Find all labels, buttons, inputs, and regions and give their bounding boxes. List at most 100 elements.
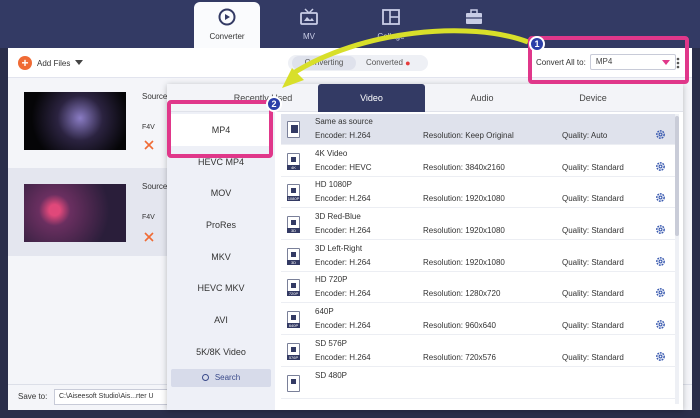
settings-icon[interactable]: [655, 256, 666, 267]
preset-resolution: Resolution: 960x640: [423, 321, 496, 330]
tab-audio[interactable]: Audio: [429, 84, 535, 112]
tab-label: Converter: [209, 32, 245, 41]
preset-row[interactable]: 640P 640P Encoder: H.264 Resolution: 960…: [281, 304, 677, 335]
convert-all-highlight: [528, 36, 689, 84]
preset-quality: Quality: Standard: [562, 163, 624, 172]
notification-dot: ●: [405, 58, 411, 68]
preset-row[interactable]: Same as source Encoder: H.264 Resolution…: [281, 114, 677, 145]
glyph: [291, 125, 298, 133]
preset-resolution: Resolution: Keep Original: [423, 131, 514, 140]
format-mov[interactable]: MOV: [171, 177, 271, 209]
glyph: [291, 252, 296, 257]
preset-resolution: Resolution: 3840x2160: [423, 163, 505, 172]
source-label: Source: [142, 92, 168, 101]
source-label: Source: [142, 182, 168, 191]
file-row[interactable]: Source F4V: [8, 168, 168, 256]
tv-icon: [300, 8, 318, 25]
preset-encoder: Encoder: H.264: [315, 289, 371, 298]
tab-converted-label: Converted: [366, 58, 403, 67]
tab-toolbox[interactable]: [441, 2, 507, 48]
preset-row[interactable]: 3D 3D Left-Right Encoder: H.264 Resoluti…: [281, 241, 677, 272]
tab-label: MV: [303, 32, 315, 41]
save-path-field[interactable]: C:\Aiseesoft Studio\Ais...rter U: [54, 389, 174, 405]
glyph: [291, 157, 296, 162]
video-format-icon: 4K: [287, 153, 300, 170]
preset-name: HD 1080P: [315, 180, 352, 189]
video-format-icon: 3D: [287, 248, 300, 265]
format-hevc-mkv[interactable]: HEVC MKV: [171, 272, 271, 304]
format-tag: 640P: [287, 323, 300, 328]
preset-name: Same as source: [315, 117, 373, 126]
video-format-icon: 640P: [287, 311, 300, 328]
tab-mv[interactable]: MV: [276, 2, 342, 48]
format-tag: 1080P: [287, 196, 300, 201]
settings-icon[interactable]: [655, 224, 666, 235]
cut-icon[interactable]: [144, 140, 154, 150]
tab-video[interactable]: Video: [318, 84, 425, 112]
preset-row[interactable]: 4K 4K Video Encoder: HEVC Resolution: 38…: [281, 146, 677, 177]
video-format-icon: 3D: [287, 216, 300, 233]
status-switch: Converting Converted ●: [288, 55, 428, 71]
preset-encoder: Encoder: HEVC: [315, 163, 372, 172]
preset-name: HD 720P: [315, 275, 348, 284]
glyph: [291, 220, 296, 225]
glyph: [291, 379, 296, 384]
tab-device[interactable]: Device: [540, 84, 646, 112]
format-prores[interactable]: ProRes: [171, 209, 271, 241]
preset-quality: Quality: Standard: [562, 353, 624, 362]
settings-icon[interactable]: [655, 161, 666, 172]
preset-encoder: Encoder: H.264: [315, 353, 371, 362]
preset-row[interactable]: 3D 3D Red-Blue Encoder: H.264 Resolution…: [281, 209, 677, 240]
settings-icon[interactable]: [655, 129, 666, 140]
preset-encoder: Encoder: H.264: [315, 226, 371, 235]
preset-name: 4K Video: [315, 149, 348, 158]
preset-quality: Quality: Auto: [562, 131, 608, 140]
file-format: F4V: [142, 214, 155, 221]
cut-icon[interactable]: [144, 232, 154, 242]
tab-converted[interactable]: Converted ●: [366, 56, 411, 70]
preset-resolution: Resolution: 1920x1080: [423, 194, 505, 203]
format-tag: 576P: [287, 355, 300, 360]
add-files-label: Add Files: [37, 58, 71, 68]
tab-converter[interactable]: Converter: [194, 2, 260, 48]
settings-icon[interactable]: [655, 351, 666, 362]
chevron-down-icon[interactable]: [75, 60, 84, 66]
scrollbar-thumb[interactable]: [675, 116, 679, 236]
preset-quality: Quality: Standard: [562, 321, 624, 330]
settings-icon[interactable]: [655, 319, 666, 330]
preset-row[interactable]: 576P SD 576P Encoder: H.264 Resolution: …: [281, 336, 677, 367]
plus-icon: +: [18, 56, 32, 70]
video-format-icon: 720P: [287, 279, 300, 296]
format-tag: 720P: [287, 291, 300, 296]
step-badge-1: 1: [529, 36, 545, 52]
video-thumbnail[interactable]: [24, 184, 126, 242]
preset-quality: Quality: Standard: [562, 194, 624, 203]
tab-converting[interactable]: Converting: [292, 56, 356, 70]
format-avi[interactable]: AVI: [171, 304, 271, 336]
preset-quality: Quality: Standard: [562, 289, 624, 298]
preset-row[interactable]: 720P HD 720P Encoder: H.264 Resolution: …: [281, 272, 677, 303]
tab-collage[interactable]: Collage: [358, 2, 424, 48]
preset-resolution: Resolution: 1920x1080: [423, 226, 505, 235]
glyph: [291, 188, 296, 193]
add-files-button[interactable]: + Add Files: [18, 55, 84, 71]
settings-icon[interactable]: [655, 192, 666, 203]
preset-row[interactable]: SD 480P: [281, 368, 677, 399]
glyph: [291, 315, 296, 320]
preset-name: 640P: [315, 307, 334, 316]
format-5k-8k[interactable]: 5K/8K Video: [171, 336, 271, 368]
preset-resolution: Resolution: 720x576: [423, 353, 496, 362]
converter-icon: [218, 8, 236, 26]
scrollbar[interactable]: [675, 114, 679, 404]
preset-row[interactable]: 1080P HD 1080P Encoder: H.264 Resolution…: [281, 177, 677, 208]
settings-icon[interactable]: [655, 287, 666, 298]
format-search-button[interactable]: Search: [171, 369, 271, 387]
preset-encoder: Encoder: H.264: [315, 194, 371, 203]
tab-label: Collage: [377, 32, 405, 41]
file-row[interactable]: Source F4V: [8, 82, 168, 164]
video-thumbnail[interactable]: [24, 92, 126, 150]
video-format-icon: 1080P: [287, 184, 300, 201]
preset-quality: Quality: Standard: [562, 226, 624, 235]
format-mkv[interactable]: MKV: [171, 241, 271, 273]
preset-resolution: Resolution: 1280x720: [423, 289, 501, 298]
